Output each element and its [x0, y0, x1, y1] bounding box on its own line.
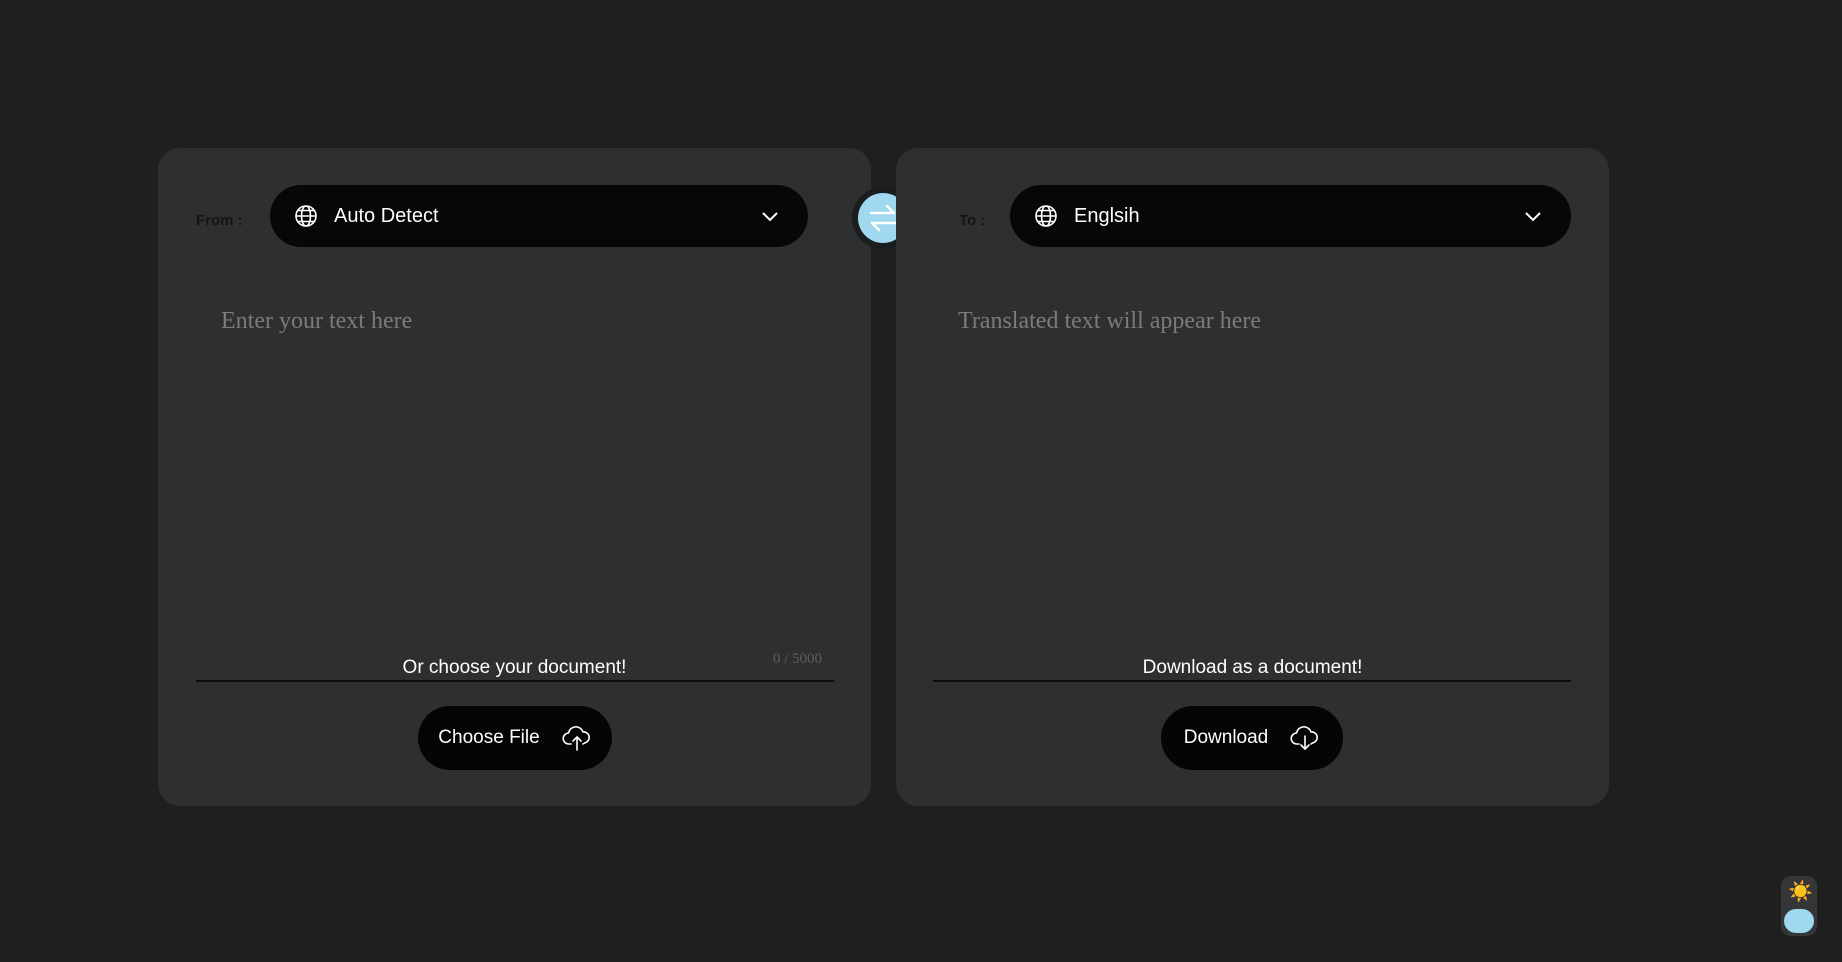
cloud-download-icon [1290, 725, 1320, 751]
source-text-input[interactable] [196, 288, 834, 680]
target-language-dropdown[interactable]: Englsih [1010, 185, 1571, 247]
download-document-prompt: Download as a document! [1142, 657, 1363, 678]
translated-text-placeholder: Translated text will appear here [958, 308, 1262, 334]
source-language-dropdown[interactable]: Auto Detect [270, 185, 808, 247]
target-panel: To : Englsih Translated text will appear… [896, 148, 1609, 806]
from-label: From : [196, 212, 243, 229]
target-language-value: Englsih [1074, 204, 1140, 227]
chevron-down-icon [760, 206, 780, 226]
source-language-value: Auto Detect [334, 204, 439, 227]
sun-icon: ☀️ [1788, 881, 1813, 903]
cloud-upload-icon [562, 725, 592, 751]
download-button[interactable]: Download [1161, 706, 1343, 770]
theme-toggle[interactable]: ☀️ [1781, 876, 1817, 936]
globe-icon [1034, 204, 1058, 228]
target-text-area: Translated text will appear here [933, 288, 1571, 682]
toggle-knob [1784, 909, 1814, 933]
choose-document-prompt: Or choose your document! [402, 657, 627, 678]
chevron-down-icon [1523, 206, 1543, 226]
translated-text-output[interactable]: Translated text will appear here [933, 288, 1571, 680]
to-label: To : [959, 212, 986, 229]
source-text-area: 0 / 5000 [196, 288, 834, 682]
choose-file-button[interactable]: Choose File [418, 706, 612, 770]
download-label: Download [1183, 727, 1269, 748]
choose-file-label: Choose File [438, 727, 540, 748]
source-panel: From : Auto Detect 0 / 5000 Or choose yo… [158, 148, 871, 806]
globe-icon [294, 204, 318, 228]
